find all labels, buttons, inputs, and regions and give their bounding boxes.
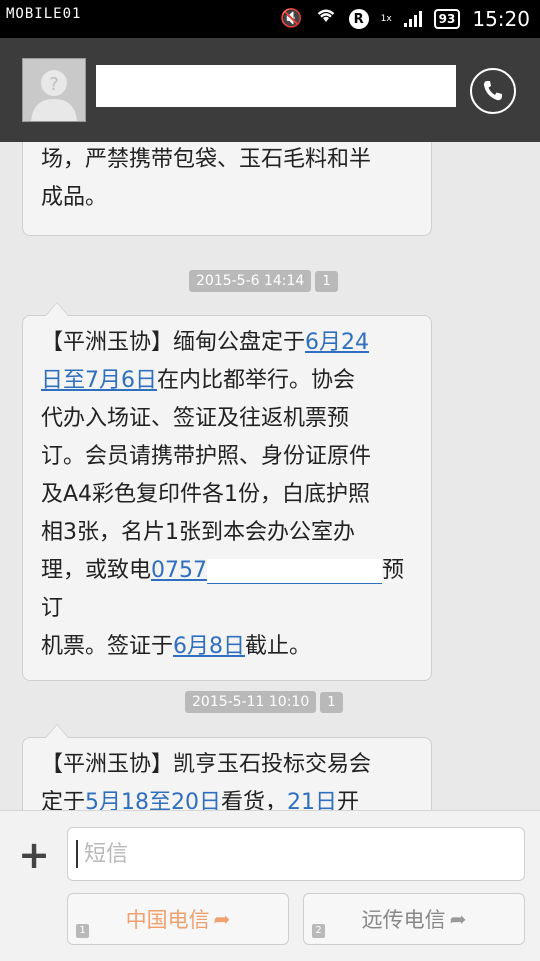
sim-slot-badge: 2 (312, 924, 325, 938)
sim2-label: 远传电信 (361, 908, 446, 932)
plus-icon: + (18, 833, 50, 877)
sim1-label: 中国电信 (125, 908, 210, 932)
message-line: 场，严禁携带包袋、玉石毛料和半 (41, 147, 372, 172)
default-avatar-icon: ? (23, 59, 85, 121)
watermark: MOBILE01 (6, 6, 82, 22)
message-text: 看货， (221, 790, 288, 810)
mute-icon: 🔇 (280, 8, 303, 29)
message-text: 相3张，名片1张到本会办公室办 (41, 520, 355, 545)
attach-button[interactable]: + (16, 836, 52, 874)
message-text: 订。会员请携带护照、身份证原件 (41, 444, 372, 469)
send-arrow-icon: ➦ (449, 907, 467, 931)
message-line: 成品。 (41, 185, 108, 210)
battery-icon: 93 (433, 9, 461, 29)
message-text: 机票。签证于 (41, 634, 174, 659)
date-link[interactable]: 20日 (171, 790, 221, 810)
date-link[interactable]: 日至7月6日 (41, 368, 157, 393)
conversation-header: ? (0, 38, 540, 142)
send-sim1-button[interactable]: 1 中国电信 ➦ (67, 893, 289, 945)
avatar[interactable]: ? (22, 58, 86, 122)
timestamp-group: 2015-5-6 14:14 1 (189, 270, 338, 292)
message-text: 及A4彩色复印件各1份，白底护照 (41, 482, 371, 507)
message-text: 开 (337, 790, 360, 810)
sim-slot-badge: 1 (320, 691, 343, 713)
message-text: 【平洲玉协】凯亨玉石投标交易会 (41, 752, 372, 777)
svg-text:?: ? (49, 74, 59, 95)
redacted-number (207, 558, 383, 584)
message-text: 理，或致电 (41, 558, 152, 583)
date-link[interactable]: 21日 (287, 790, 337, 810)
message-text: 代办入场证、签证及往返机票预 (41, 406, 350, 431)
send-arrow-icon: ➦ (213, 907, 231, 931)
network-type: 1x (380, 14, 392, 24)
wifi-icon (315, 6, 337, 32)
roaming-icon: R (348, 9, 369, 29)
contact-name (96, 65, 456, 107)
message-text: 截止。 (245, 634, 312, 659)
message-text: 在内比都举行。协会 (157, 368, 356, 393)
message-text: 定于 (41, 790, 86, 810)
phone-link[interactable]: 0757 (151, 558, 207, 583)
date-link[interactable]: 5月18至 (85, 790, 171, 810)
message-input[interactable] (82, 836, 506, 872)
status-bar: MOBILE01 🔇 R 1x 93 15:20 (0, 0, 540, 38)
timestamp-group: 2015-5-11 10:10 1 (185, 691, 343, 713)
sim-slot-badge: 1 (315, 270, 338, 292)
message-input-box[interactable] (67, 827, 525, 881)
sim-slot-badge: 1 (76, 924, 89, 938)
phone-icon (484, 81, 502, 101)
signal-icon (403, 11, 422, 27)
message-bubble[interactable]: 场，严禁携带包袋、玉石毛料和半 成品。 (22, 142, 432, 236)
message-timestamp: 2015-5-11 10:10 (185, 691, 317, 713)
message-bubble[interactable]: 【平洲玉协】凯亨玉石投标交易会 定于5月18至20日看货，21日开 (22, 724, 432, 810)
message-timestamp: 2015-5-6 14:14 (189, 270, 312, 292)
call-button[interactable] (470, 68, 516, 114)
composer: + 1 中国电信 ➦ 2 远传电信 ➦ (0, 810, 540, 961)
message-bubble[interactable]: 【平洲玉协】缅甸公盘定于6月24 日至7月6日在内比都举行。协会 代办入场证、签… (22, 302, 432, 681)
date-link[interactable]: 6月24 (305, 330, 369, 355)
date-link[interactable]: 6月8日 (173, 634, 245, 659)
send-sim2-button[interactable]: 2 远传电信 ➦ (303, 893, 525, 945)
message-list[interactable]: 场，严禁携带包袋、玉石毛料和半 成品。 2015-5-6 14:14 1 【平洲… (0, 142, 540, 810)
clock: 15:20 (472, 7, 530, 31)
message-text: 【平洲玉协】缅甸公盘定于 (41, 330, 306, 355)
text-caret (76, 840, 78, 868)
status-icons: 🔇 R 1x 93 15:20 (280, 6, 530, 32)
